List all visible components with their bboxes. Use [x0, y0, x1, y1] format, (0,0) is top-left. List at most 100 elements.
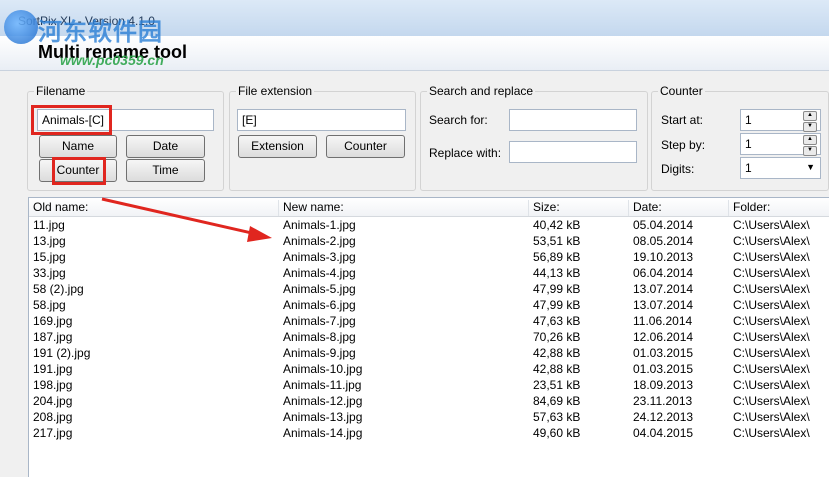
new-name-cell: Animals-12.jpg — [283, 394, 363, 408]
extension-pattern-input[interactable]: [E] — [237, 109, 406, 131]
old-name-cell: 217.jpg — [33, 426, 73, 440]
old-name-cell: 58.jpg — [33, 298, 66, 312]
new-name-cell: Animals-1.jpg — [283, 218, 356, 232]
old-name-cell: 191 (2).jpg — [33, 346, 91, 360]
table-row[interactable]: 204.jpg Animals-12.jpg 84,69 kB 23.11.2013 C… — [29, 393, 829, 409]
table-row[interactable]: 198.jpg Animals-11.jpg 23,51 kB 18.09.2013 C… — [29, 377, 829, 393]
old-name-cell: 169.jpg — [33, 314, 73, 328]
table-row[interactable]: 217.jpg Animals-14.jpg 49,60 kB 04.04.2015 C… — [29, 425, 829, 441]
start-at-label: Start at: — [661, 113, 704, 127]
folder-cell: C:\Users\Alex\ — [733, 234, 810, 248]
digits-value: 1 — [745, 161, 752, 175]
size-cell: 84,69 kB — [533, 394, 581, 408]
date-cell: 18.09.2013 — [633, 378, 694, 392]
size-cell: 70,26 kB — [533, 330, 581, 344]
date-cell: 19.10.2013 — [633, 250, 694, 264]
old-name-cell: 11.jpg — [33, 218, 65, 232]
date-cell: 01.03.2015 — [633, 362, 694, 376]
size-cell: 42,88 kB — [533, 346, 581, 360]
new-name-cell: Animals-10.jpg — [283, 362, 363, 376]
column-date[interactable]: Date: — [629, 200, 729, 216]
size-cell: 47,99 kB — [533, 298, 581, 312]
folder-cell: C:\Users\Alex\ — [733, 362, 810, 376]
table-row[interactable]: 191.jpg Animals-10.jpg 42,88 kB 01.03.2015 C… — [29, 361, 829, 377]
date-cell: 12.06.2014 — [633, 330, 694, 344]
new-name-cell: Animals-2.jpg — [283, 234, 356, 248]
spin-down-icon[interactable]: ▼ — [803, 146, 817, 156]
new-name-cell: Animals-4.jpg — [283, 266, 356, 280]
date-cell: 24.12.2013 — [633, 410, 694, 424]
digits-label: Digits: — [661, 162, 695, 176]
old-name-cell: 204.jpg — [33, 394, 73, 408]
old-name-cell: 187.jpg — [33, 330, 73, 344]
extension-group-title: File extension — [236, 84, 315, 98]
column-old-name[interactable]: Old name: — [29, 200, 279, 216]
folder-cell: C:\Users\Alex\ — [733, 314, 810, 328]
file-list-table[interactable]: Old name: New name: Size: Date: Folder: … — [28, 197, 829, 477]
replace-with-label: Replace with: — [429, 146, 502, 160]
step-by-spin-buttons[interactable]: ▲ ▼ — [803, 135, 817, 156]
new-name-cell: Animals-3.jpg — [283, 250, 356, 264]
new-name-cell: Animals-5.jpg — [283, 282, 356, 296]
insert-date-button[interactable]: Date — [126, 135, 205, 158]
new-name-cell: Animals-11.jpg — [283, 378, 362, 392]
step-by-stepper[interactable]: 1 ▲ ▼ — [740, 133, 821, 156]
size-cell: 49,60 kB — [533, 426, 581, 440]
watermark-logo-icon — [4, 10, 38, 44]
table-row[interactable]: 58.jpg Animals-6.jpg 47,99 kB 13.07.2014 C:\… — [29, 297, 829, 313]
extension-counter-button[interactable]: Counter — [326, 135, 405, 158]
size-cell: 47,63 kB — [533, 314, 581, 328]
spin-up-icon[interactable]: ▲ — [803, 111, 817, 121]
folder-cell: C:\Users\Alex\ — [733, 394, 810, 408]
chevron-down-icon[interactable]: ▼ — [806, 162, 815, 172]
column-size[interactable]: Size: — [529, 200, 629, 216]
folder-cell: C:\Users\Alex\ — [733, 218, 810, 232]
table-row[interactable]: 15.jpg Animals-3.jpg 56,89 kB 19.10.2013 C:\… — [29, 249, 829, 265]
table-row[interactable]: 11.jpg Animals-1.jpg 40,42 kB 05.04.2014 C:\… — [29, 217, 829, 233]
table-row[interactable]: 169.jpg Animals-7.jpg 47,63 kB 11.06.2014 C:… — [29, 313, 829, 329]
column-folder[interactable]: Folder: — [729, 200, 829, 216]
new-name-cell: Animals-8.jpg — [283, 330, 356, 344]
step-by-value: 1 — [745, 137, 752, 151]
table-row[interactable]: 187.jpg Animals-8.jpg 70,26 kB 12.06.2014 C:… — [29, 329, 829, 345]
highlight-filename-input — [31, 105, 112, 135]
folder-cell: C:\Users\Alex\ — [733, 298, 810, 312]
date-cell: 23.11.2013 — [633, 394, 693, 408]
old-name-cell: 33.jpg — [33, 266, 66, 280]
search-for-label: Search for: — [429, 113, 488, 127]
date-cell: 11.06.2014 — [633, 314, 693, 328]
spin-up-icon[interactable]: ▲ — [803, 135, 817, 145]
table-row[interactable]: 208.jpg Animals-13.jpg 57,63 kB 24.12.2013 C… — [29, 409, 829, 425]
folder-cell: C:\Users\Alex\ — [733, 426, 810, 440]
table-row[interactable]: 13.jpg Animals-2.jpg 53,51 kB 08.05.2014 C:\… — [29, 233, 829, 249]
spin-down-icon[interactable]: ▼ — [803, 122, 817, 132]
new-name-cell: Animals-14.jpg — [283, 426, 363, 440]
start-at-spin-buttons[interactable]: ▲ ▼ — [803, 111, 817, 132]
size-cell: 40,42 kB — [533, 218, 581, 232]
search-replace-group-title: Search and replace — [427, 84, 536, 98]
size-cell: 57,63 kB — [533, 410, 581, 424]
old-name-cell: 15.jpg — [33, 250, 66, 264]
size-cell: 42,88 kB — [533, 362, 581, 376]
folder-cell: C:\Users\Alex\ — [733, 266, 810, 280]
new-name-cell: Animals-6.jpg — [283, 298, 356, 312]
old-name-cell: 208.jpg — [33, 410, 73, 424]
insert-name-button[interactable]: Name — [39, 135, 117, 158]
digits-select[interactable]: 1 ▼ — [740, 157, 821, 179]
insert-time-button[interactable]: Time — [126, 159, 205, 182]
folder-cell: C:\Users\Alex\ — [733, 330, 810, 344]
table-row[interactable]: 58 (2).jpg Animals-5.jpg 47,99 kB 13.07.201… — [29, 281, 829, 297]
search-for-input[interactable] — [509, 109, 637, 131]
table-row[interactable]: 33.jpg Animals-4.jpg 44,13 kB 06.04.2014 C:\… — [29, 265, 829, 281]
table-row[interactable]: 191 (2).jpg Animals-9.jpg 42,88 kB 01.03.20… — [29, 345, 829, 361]
old-name-cell: 13.jpg — [33, 234, 66, 248]
column-new-name[interactable]: New name: — [279, 200, 529, 216]
old-name-cell: 58 (2).jpg — [33, 282, 84, 296]
size-cell: 23,51 kB — [533, 378, 581, 392]
watermark-url: www.pc0359.cn — [60, 52, 164, 68]
start-at-stepper[interactable]: 1 ▲ ▼ — [740, 109, 821, 132]
replace-with-input[interactable] — [509, 141, 637, 163]
size-cell: 47,99 kB — [533, 282, 581, 296]
watermark-site: 河东软件园 — [38, 17, 163, 46]
insert-extension-button[interactable]: Extension — [238, 135, 317, 158]
